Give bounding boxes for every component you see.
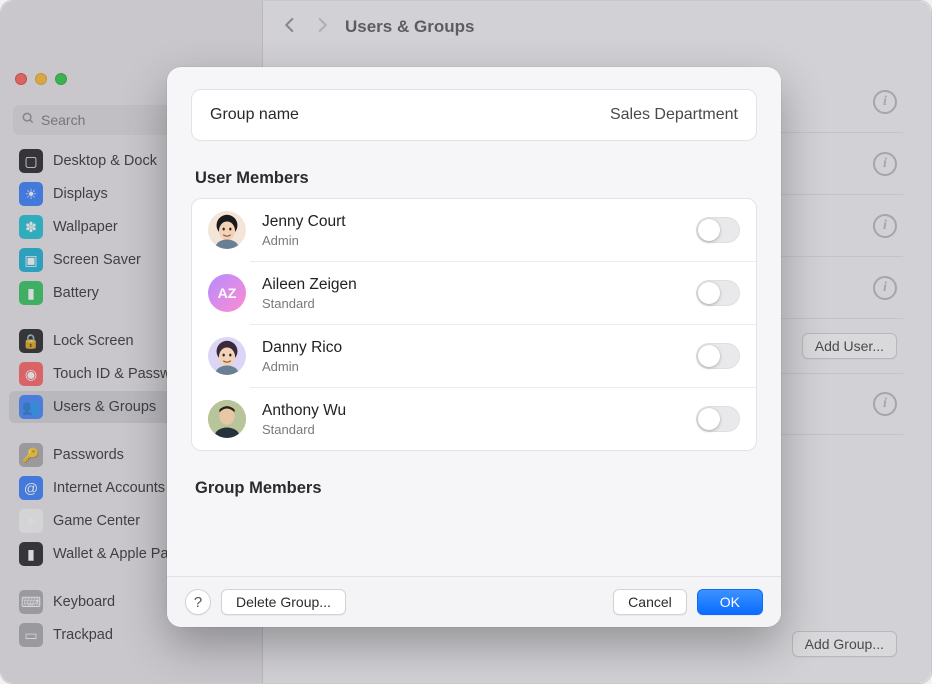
member-row: Danny Rico Admin: [192, 325, 756, 387]
member-role: Standard: [262, 422, 346, 437]
help-button[interactable]: ?: [185, 589, 211, 615]
member-name: Aileen Zeigen: [262, 276, 357, 294]
delete-group-button[interactable]: Delete Group...: [221, 589, 346, 615]
member-row: Anthony Wu Standard: [192, 388, 756, 450]
member-toggle[interactable]: [696, 406, 740, 432]
member-toggle[interactable]: [696, 217, 740, 243]
member-row: Jenny Court Admin: [192, 199, 756, 261]
group-name-label: Group name: [210, 106, 299, 124]
cancel-button[interactable]: Cancel: [613, 589, 687, 615]
system-settings-window: ▢Desktop & Dock☀Displays✽Wallpaper▣Scree…: [0, 0, 932, 684]
avatar: [208, 337, 246, 375]
member-name: Anthony Wu: [262, 402, 346, 420]
sheet-footer: ? Delete Group... Cancel OK: [167, 576, 781, 627]
member-toggle[interactable]: [696, 280, 740, 306]
sheet-body: Group name Sales Department User Members…: [167, 67, 781, 576]
ok-button[interactable]: OK: [697, 589, 763, 615]
group-name-row[interactable]: Group name Sales Department: [191, 89, 757, 141]
avatar: [208, 400, 246, 438]
member-name: Jenny Court: [262, 213, 346, 231]
avatar: AZ: [208, 274, 246, 312]
user-members-heading: User Members: [195, 169, 755, 188]
member-name: Danny Rico: [262, 339, 342, 357]
user-members-list: Jenny Court Admin AZ Aileen Zeigen Standard D…: [191, 198, 757, 451]
group-name-value: Sales Department: [610, 106, 738, 124]
member-role: Admin: [262, 233, 346, 248]
avatar: [208, 211, 246, 249]
member-row: AZ Aileen Zeigen Standard: [192, 262, 756, 324]
member-role: Admin: [262, 359, 342, 374]
member-role: Standard: [262, 296, 357, 311]
member-toggle[interactable]: [696, 343, 740, 369]
group-settings-sheet: Group name Sales Department User Members…: [167, 67, 781, 627]
group-members-heading: Group Members: [195, 479, 755, 498]
